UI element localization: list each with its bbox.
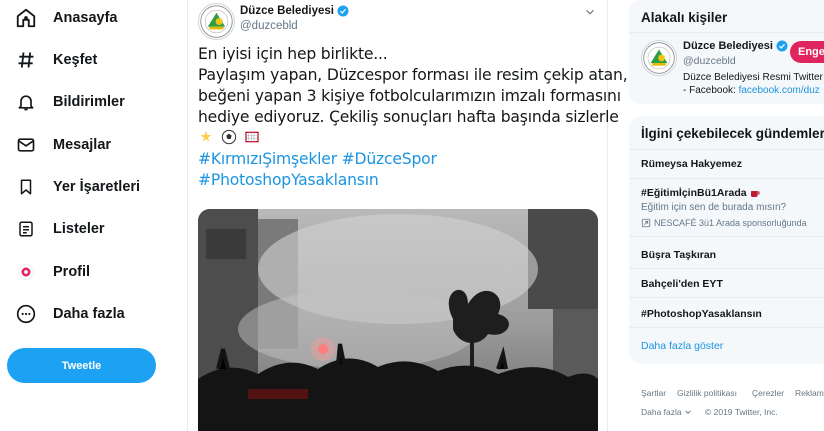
verified-badge-icon bbox=[337, 5, 349, 17]
nav-item-lists[interactable]: Listeler bbox=[8, 211, 105, 247]
divider bbox=[629, 297, 824, 298]
nav-label-messages: Mesajlar bbox=[53, 137, 112, 153]
author-name-text: Düzce Belediyesi bbox=[240, 5, 334, 17]
nav-item-explore[interactable]: Keşfet bbox=[8, 42, 97, 78]
related-person-bio-facebook: - Facebook: facebook.com/duz bbox=[683, 85, 820, 96]
divider bbox=[629, 236, 824, 237]
chevron-down-icon[interactable] bbox=[583, 5, 597, 19]
divider bbox=[629, 32, 824, 33]
tweet-button[interactable]: Tweetle bbox=[7, 348, 156, 383]
tweet-video[interactable] bbox=[198, 209, 598, 431]
tweet-line: Paylaşım yapan, Düzcespor forması ile re… bbox=[198, 66, 628, 84]
dizzy-star-icon bbox=[200, 131, 212, 142]
nav-label-bookmarks: Yer İşaretleri bbox=[53, 179, 141, 195]
hashtag-icon bbox=[14, 48, 38, 72]
author-avatar[interactable] bbox=[198, 3, 235, 40]
trend-item[interactable]: #PhotoshopYasaklansın bbox=[641, 308, 762, 320]
follow-block-button[interactable]: Engel bbox=[790, 41, 824, 63]
envelope-icon bbox=[14, 133, 38, 157]
footer-more-link[interactable]: Daha fazla bbox=[641, 407, 692, 417]
right-sidebar: Alakalı kişiler Düzce Belediyesi @duzceb… bbox=[629, 0, 824, 431]
divider bbox=[629, 268, 824, 269]
copyright: © 2019 Twitter, Inc. bbox=[705, 407, 778, 417]
nav-label-explore: Keşfet bbox=[53, 52, 98, 68]
related-people-card: Alakalı kişiler Düzce Belediyesi @duzceb… bbox=[629, 0, 824, 104]
nav-label-profile: Profil bbox=[53, 264, 91, 280]
nav-label-more: Daha fazla bbox=[53, 306, 125, 322]
home-icon bbox=[14, 6, 38, 30]
show-more-link[interactable]: Daha fazla göster bbox=[641, 340, 723, 352]
profile-avatar-icon bbox=[14, 260, 38, 284]
footer-more-text: Daha fazla bbox=[641, 407, 682, 417]
goal-net-icon bbox=[244, 131, 259, 143]
trend-name: #EğitimİçinBü1Arada bbox=[641, 187, 747, 199]
trends-card: İlgini çekebilecek gündemler Rümeysa Hak… bbox=[629, 116, 824, 364]
tweet-line: hediye ediyoruz. Çekiliş sonuçları hafta… bbox=[198, 108, 619, 126]
divider bbox=[629, 149, 824, 150]
coffee-cup-icon bbox=[750, 191, 760, 197]
promoted-icon bbox=[641, 218, 651, 228]
bio-prefix: - Facebook: bbox=[683, 85, 739, 96]
promoted-text: NESCAFÉ 3ü1 Arada sponsorluğunda bbox=[654, 218, 807, 228]
divider bbox=[629, 327, 824, 328]
footer-link-privacy[interactable]: Gizlilik politikası bbox=[677, 388, 737, 398]
soccer-ball-icon bbox=[221, 129, 236, 145]
trend-item[interactable]: Bahçeli'den EYT bbox=[641, 278, 723, 290]
trend-description: Eğitim için sen de burada mısın? bbox=[641, 202, 787, 213]
nav-item-messages[interactable]: Mesajlar bbox=[8, 127, 111, 163]
video-thumbnail bbox=[198, 209, 598, 431]
trend-item[interactable]: Rümeysa Hakyemez bbox=[641, 158, 742, 170]
trends-title: İlgini çekebilecek gündemler bbox=[641, 126, 824, 141]
facebook-link[interactable]: facebook.com/duz bbox=[739, 85, 820, 96]
verified-badge-icon bbox=[776, 40, 788, 52]
bell-icon bbox=[14, 90, 38, 114]
footer-link-cookies[interactable]: Çerezler bbox=[752, 388, 784, 398]
nav-label-home: Anasayfa bbox=[53, 10, 118, 26]
footer-link-terms[interactable]: Şartlar bbox=[641, 388, 666, 398]
duzce-logo-icon bbox=[643, 42, 675, 74]
tweet-line: beğeni yapan 3 kişiye fotbolcularımızın … bbox=[198, 87, 621, 105]
hashtag-link[interactable]: #KırmızıŞimşekler #DüzceSpor bbox=[198, 149, 603, 170]
nav-item-notifications[interactable]: Bildirimler bbox=[8, 84, 125, 120]
trend-item-promoted[interactable]: #EğitimİçinBü1Arada bbox=[641, 187, 761, 199]
promoted-label: NESCAFÉ 3ü1 Arada sponsorluğunda bbox=[641, 218, 807, 228]
nav-item-more[interactable]: Daha fazla bbox=[8, 296, 125, 332]
trend-item[interactable]: Büşra Taşkıran bbox=[641, 249, 716, 261]
footer-link-ads[interactable]: Reklam bbox=[795, 388, 824, 398]
list-icon bbox=[14, 217, 38, 241]
divider bbox=[629, 178, 824, 179]
tweet-detail: Düzce Belediyesi @duzcebld En iyisi için… bbox=[187, 0, 628, 431]
related-person-bio: Düzce Belediyesi Resmi Twitter bbox=[683, 72, 823, 83]
chevron-down-icon bbox=[684, 410, 691, 415]
nav-label-notifications: Bildirimler bbox=[53, 94, 125, 110]
related-person-avatar[interactable] bbox=[641, 40, 677, 76]
tweet-line: En iyisi için hep birlikte... bbox=[198, 45, 388, 63]
hashtag-link[interactable]: #PhotoshopYasaklansın bbox=[198, 170, 603, 191]
related-person-name-text: Düzce Belediyesi bbox=[683, 40, 773, 52]
more-icon bbox=[14, 302, 38, 326]
tweet-emoji-line bbox=[198, 128, 603, 149]
left-navigation: Anasayfa Keşfet Bildirimler Mesajlar Yer… bbox=[0, 0, 188, 431]
author-name[interactable]: Düzce Belediyesi bbox=[240, 5, 349, 17]
author-handle[interactable]: @duzcebld bbox=[240, 20, 298, 32]
nav-item-bookmarks[interactable]: Yer İşaretleri bbox=[8, 169, 140, 205]
nav-item-home[interactable]: Anasayfa bbox=[8, 0, 117, 36]
duzce-logo-icon bbox=[200, 5, 233, 38]
nav-item-profile[interactable]: Profil bbox=[8, 254, 90, 290]
related-people-title: Alakalı kişiler bbox=[641, 10, 728, 25]
tweet-text: En iyisi için hep birlikte... Paylaşım y… bbox=[198, 44, 628, 191]
related-person-name[interactable]: Düzce Belediyesi bbox=[683, 40, 788, 52]
related-person-handle[interactable]: @duzcebld bbox=[683, 55, 736, 67]
nav-label-lists: Listeler bbox=[53, 221, 105, 237]
bookmark-icon bbox=[14, 175, 38, 199]
